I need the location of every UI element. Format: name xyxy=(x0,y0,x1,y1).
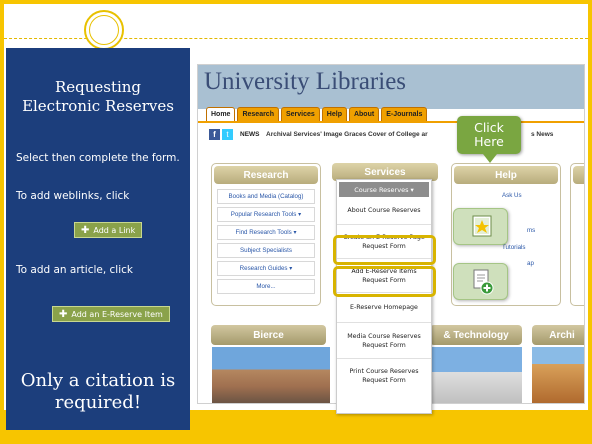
tab-services[interactable]: Services xyxy=(280,107,320,122)
bierce-building-image xyxy=(212,347,330,403)
help-link[interactable]: ap xyxy=(502,257,555,270)
click-here-callout: Click Here xyxy=(457,116,521,163)
e-reserve-page-icon xyxy=(453,208,508,245)
highlight-create-form xyxy=(333,235,436,265)
news-label: NEWS xyxy=(240,131,260,138)
research-heading: Research xyxy=(214,166,318,184)
tab-about[interactable]: About xyxy=(348,107,380,122)
help-link[interactable]: Ask Us xyxy=(502,189,555,202)
research-panel: Research Books and Media (Catalog) Popul… xyxy=(211,163,321,306)
news-more[interactable]: s News xyxy=(531,131,553,138)
site-title: University Libraries xyxy=(204,68,407,95)
help-link[interactable]: Tutorials xyxy=(502,241,555,254)
twitter-icon[interactable]: t xyxy=(222,129,233,140)
plus-icon: ✚ xyxy=(81,224,90,236)
menu-item-about-course-reserves[interactable]: About Course Reserves xyxy=(337,197,431,225)
extra-panel xyxy=(570,163,584,306)
news-bar: f t NEWS Archival Services' Image Graces… xyxy=(198,121,584,145)
research-link[interactable]: More... xyxy=(217,279,315,294)
bierce-heading: Bierce xyxy=(211,325,326,345)
highlight-add-items-form xyxy=(333,266,436,297)
site-header: University Libraries xyxy=(198,65,584,109)
research-link[interactable]: Books and Media (Catalog) xyxy=(217,189,315,204)
technology-building-image xyxy=(430,347,522,403)
research-link[interactable]: Research Guides ▾ xyxy=(217,261,315,276)
help-link[interactable]: ms xyxy=(502,224,555,237)
tab-research[interactable]: Research xyxy=(237,107,279,122)
add-document-icon xyxy=(453,263,508,300)
main-nav: Home Research Services Help About E-Jour… xyxy=(206,107,428,122)
add-link-button[interactable]: ✚ Add a Link xyxy=(74,222,143,238)
plus-icon: ✚ xyxy=(59,308,68,320)
archives-heading: Archi xyxy=(532,325,584,345)
ornament-circle xyxy=(84,10,124,50)
tab-help[interactable]: Help xyxy=(321,107,347,122)
menu-item-print-course-reserves[interactable]: Print Course Reserves Request Form xyxy=(337,359,431,393)
course-reserves-button[interactable]: Course Reserves ▾ xyxy=(339,182,429,197)
left-panel: Requesting Electronic Reserves Select th… xyxy=(6,48,190,430)
research-link[interactable]: Popular Research Tools ▾ xyxy=(217,207,315,222)
instruction-text: Select then complete the form. xyxy=(16,152,180,164)
menu-item-e-reserve-homepage[interactable]: E-Reserve Homepage xyxy=(337,293,431,323)
article-label: To add an article, click xyxy=(16,264,133,276)
weblinks-label: To add weblinks, click xyxy=(16,190,130,202)
menu-item-media-course-reserves[interactable]: Media Course Reserves Request Form xyxy=(337,323,431,359)
panel-title: Requesting Electronic Reserves xyxy=(22,78,174,115)
research-link[interactable]: Find Research Tools ▾ xyxy=(217,225,315,240)
research-link[interactable]: Subject Specialists xyxy=(217,243,315,258)
archives-building-image xyxy=(532,347,584,403)
technology-heading: & Technology xyxy=(430,325,522,345)
help-heading: Help xyxy=(454,166,558,184)
add-e-reserve-button[interactable]: ✚ Add an E-Reserve Item xyxy=(52,306,170,322)
news-headline[interactable]: Archival Services' Image Graces Cover of… xyxy=(266,131,428,138)
tab-e-journals[interactable]: E-Journals xyxy=(381,107,428,122)
citation-note: Only a citation is required! xyxy=(20,370,176,413)
facebook-icon[interactable]: f xyxy=(209,129,220,140)
tab-home[interactable]: Home xyxy=(206,107,236,122)
